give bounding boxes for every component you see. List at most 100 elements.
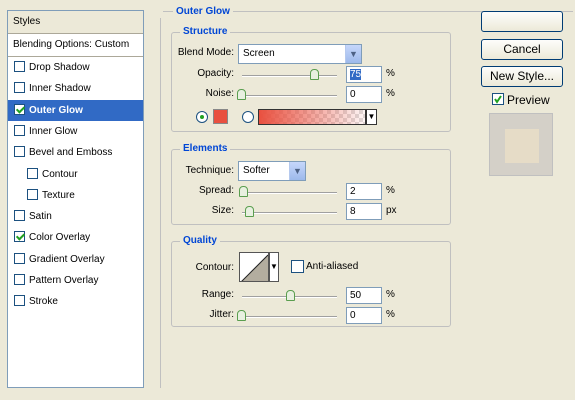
style-item-checkbox[interactable] <box>27 188 38 200</box>
size-label: Size: <box>211 205 234 216</box>
style-item-checkbox[interactable] <box>14 61 25 72</box>
style-item[interactable]: Inner Shadow <box>8 78 143 99</box>
new-style-button[interactable]: New Style... <box>481 66 563 87</box>
gradient-dropdown-icon[interactable]: ▼ <box>366 109 377 125</box>
noise-input[interactable]: 0 <box>346 86 382 103</box>
style-item-label: Color Overlay <box>29 232 91 244</box>
spread-label: Spread: <box>198 185 234 196</box>
style-item-checkbox[interactable] <box>14 124 25 136</box>
technique-label: Technique: <box>185 165 234 176</box>
blend-mode-value: Screen <box>243 48 275 59</box>
chevron-down-icon[interactable]: ▼ <box>289 162 305 180</box>
style-item[interactable]: Satin <box>8 206 143 227</box>
jitter-slider-track[interactable] <box>242 316 337 318</box>
jitter-unit: % <box>386 309 395 320</box>
anti-aliased-checkbox[interactable] <box>291 260 304 273</box>
jitter-label: Jitter: <box>209 309 234 320</box>
blend-mode-label: Blend Mode: <box>177 47 234 58</box>
jitter-slider-thumb[interactable] <box>237 310 246 321</box>
style-item-checkbox[interactable] <box>14 82 25 94</box>
gradient-picker[interactable] <box>258 109 366 125</box>
jitter-input[interactable]: 0 <box>346 307 382 324</box>
style-item-label: Stroke <box>29 296 58 308</box>
preview-swatch <box>505 129 539 163</box>
noise-slider-thumb[interactable] <box>237 89 246 100</box>
style-item[interactable]: Contour <box>8 164 143 185</box>
chevron-down-icon[interactable]: ▼ <box>345 45 361 63</box>
style-item[interactable]: Outer Glow <box>8 99 143 121</box>
style-item-label: Inner Glow <box>29 125 78 137</box>
styles-header[interactable]: Styles <box>8 11 143 34</box>
style-item-checkbox[interactable] <box>14 210 25 222</box>
size-slider-thumb[interactable] <box>245 206 254 217</box>
style-item[interactable]: Bevel and Emboss <box>8 142 143 163</box>
style-item[interactable]: Stroke <box>8 291 143 312</box>
spread-slider-track[interactable] <box>242 192 337 194</box>
range-slider-thumb[interactable] <box>286 290 295 301</box>
anti-aliased-label: Anti-aliased <box>306 261 359 272</box>
style-item-label: Outer Glow <box>29 104 83 116</box>
contour-curve-icon <box>241 254 268 281</box>
style-item[interactable]: Color Overlay <box>8 227 143 248</box>
noise-label: Noise: <box>205 88 234 99</box>
opacity-value: 75 <box>350 69 362 80</box>
style-item-label: Texture <box>42 189 75 201</box>
technique-select[interactable]: Softer ▼ <box>238 161 306 181</box>
size-slider-track[interactable] <box>242 212 337 214</box>
size-input[interactable]: 8 <box>346 203 382 220</box>
style-item[interactable]: Gradient Overlay <box>8 249 143 270</box>
styles-list: Styles Blending Options: Custom Drop Sha… <box>7 10 144 388</box>
style-item-label: Inner Shadow <box>29 83 91 95</box>
ok-button[interactable] <box>481 11 563 32</box>
style-item-label: Gradient Overlay <box>29 253 105 265</box>
contour-label: Contour: <box>195 262 234 273</box>
blending-options-item[interactable]: Blending Options: Custom <box>8 34 143 57</box>
color-radio[interactable] <box>196 111 208 123</box>
spread-slider-thumb[interactable] <box>239 186 248 197</box>
style-item[interactable]: Texture <box>8 185 143 206</box>
checkmark-icon <box>494 95 502 104</box>
opacity-unit: % <box>386 68 395 79</box>
blend-mode-select[interactable]: Screen ▼ <box>238 44 362 64</box>
quality-title: Quality <box>180 235 220 246</box>
preview-checkbox[interactable] <box>492 93 504 105</box>
opacity-slider-track[interactable] <box>242 75 337 77</box>
elements-title: Elements <box>180 143 231 154</box>
spread-unit: % <box>386 185 395 196</box>
style-item[interactable]: Pattern Overlay <box>8 270 143 291</box>
style-item-checkbox[interactable] <box>14 231 25 243</box>
style-item-label: Satin <box>29 211 52 223</box>
contour-dropdown-icon[interactable]: ▼ <box>269 252 279 282</box>
opacity-input[interactable]: 75 <box>346 66 382 83</box>
contour-preview[interactable] <box>239 252 269 282</box>
opacity-slider-thumb[interactable] <box>310 69 319 80</box>
size-unit: px <box>386 205 397 216</box>
style-item-checkbox[interactable] <box>14 252 25 264</box>
style-item-label: Pattern Overlay <box>29 275 99 286</box>
style-item-label: Contour <box>42 168 78 180</box>
range-input[interactable]: 50 <box>346 287 382 304</box>
range-label: Range: <box>201 289 234 300</box>
style-item[interactable]: Drop Shadow <box>8 57 143 78</box>
outer-glow-title: Outer Glow <box>173 6 233 17</box>
glow-color-swatch[interactable] <box>213 109 228 124</box>
noise-slider-track[interactable] <box>242 95 337 97</box>
opacity-label: Opacity: <box>197 68 234 79</box>
style-item-label: Bevel and Emboss <box>29 147 113 159</box>
style-item-checkbox[interactable] <box>14 103 25 115</box>
style-item[interactable]: Inner Glow <box>8 121 143 142</box>
style-item-label: Drop Shadow <box>29 62 90 73</box>
style-item-checkbox[interactable] <box>14 295 25 307</box>
style-item-checkbox[interactable] <box>14 274 25 285</box>
spread-input[interactable]: 2 <box>346 183 382 200</box>
noise-unit: % <box>386 88 395 99</box>
preview-label: Preview <box>507 93 550 107</box>
structure-title: Structure <box>180 26 231 37</box>
gradient-radio[interactable] <box>242 111 254 123</box>
cancel-button[interactable]: Cancel <box>481 39 563 60</box>
technique-value: Softer <box>243 165 270 176</box>
style-item-checkbox[interactable] <box>27 167 38 179</box>
preview-box <box>489 113 553 176</box>
panel-divider <box>160 18 161 388</box>
style-item-checkbox[interactable] <box>14 146 25 158</box>
